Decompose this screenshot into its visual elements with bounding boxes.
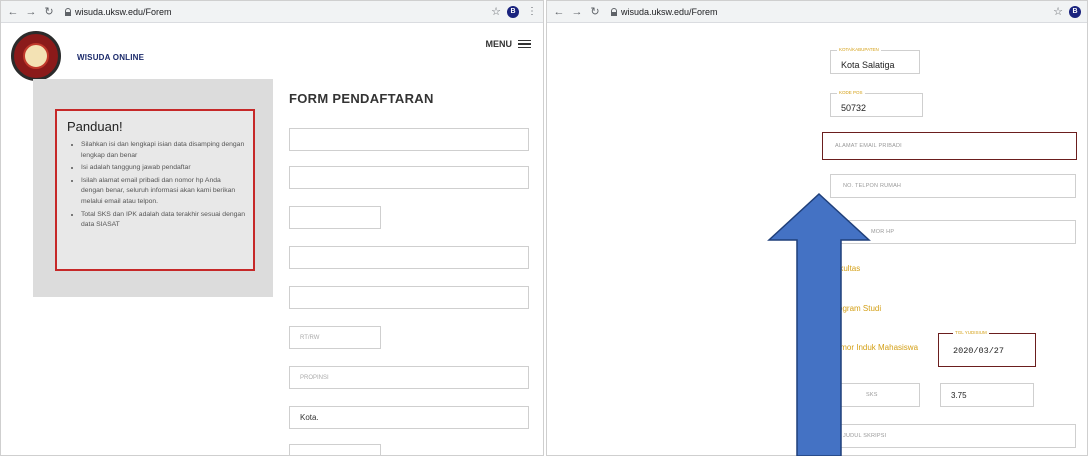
left-browser-window: ← → ↻ wisuda.uksw.edu/Forem ☆ B ⋮ WISUDA… <box>0 0 544 456</box>
forward-arrow-icon[interactable]: → <box>571 6 583 18</box>
forward-arrow-icon[interactable]: → <box>25 6 37 18</box>
profile-avatar[interactable]: B <box>1069 5 1081 18</box>
rt-rw-field[interactable]: RT/RW <box>289 326 381 349</box>
university-logo <box>11 31 61 81</box>
up-arrow-shape <box>767 192 871 456</box>
site-name[interactable]: WISUDA ONLINE <box>77 53 144 62</box>
url-text: wisuda.uksw.edu/Forem <box>75 6 172 17</box>
browser-toolbar: ← → ↻ wisuda.uksw.edu/Forem ☆ B <box>547 1 1087 23</box>
guide-sidebar: Panduan! Silahkan isi dan lengkapi isian… <box>33 79 273 297</box>
guide-item: Isi adalah tanggung jawab pendaftar <box>81 163 245 174</box>
guide-item: Total SKS dan IPK adalah data terakhir s… <box>81 210 245 231</box>
guide-box: Panduan! Silahkan isi dan lengkapi isian… <box>55 109 255 271</box>
form-field-3[interactable] <box>289 206 381 229</box>
back-arrow-icon[interactable]: ← <box>553 6 565 18</box>
ipk-field[interactable]: 3.75 <box>940 383 1034 407</box>
kota-kabupaten-field[interactable]: KOTA/KABUPATEN Kota Salatiga <box>830 47 920 74</box>
bookmark-star-icon[interactable]: ☆ <box>491 5 501 18</box>
url-text: wisuda.uksw.edu/Forem <box>621 6 718 17</box>
form-field-1[interactable] <box>289 128 529 151</box>
reload-icon[interactable]: ↻ <box>589 5 601 18</box>
kebab-menu-icon[interactable]: ⋮ <box>527 6 537 17</box>
browser-toolbar: ← → ↻ wisuda.uksw.edu/Forem ☆ B ⋮ <box>1 1 543 23</box>
bookmark-star-icon[interactable]: ☆ <box>1053 5 1063 18</box>
kota-field[interactable]: Kota. <box>289 406 529 429</box>
screenshot-composite: ← → ↻ wisuda.uksw.edu/Forem ☆ B ⋮ WISUDA… <box>0 0 1088 456</box>
hamburger-icon <box>518 39 531 49</box>
lock-icon <box>65 8 71 16</box>
guide-item: Silahkan isi dan lengkapi isian data dis… <box>81 140 245 161</box>
email-field[interactable]: ALAMAT EMAIL PRIBADI <box>822 132 1077 160</box>
address-bar[interactable]: wisuda.uksw.edu/Forem <box>65 7 172 17</box>
guide-list: Silahkan isi dan lengkapi isian data dis… <box>67 140 245 231</box>
form-field-2[interactable] <box>289 166 529 189</box>
menu-label: MENU <box>485 39 513 49</box>
guide-title: Panduan! <box>67 119 123 134</box>
form-field-4[interactable] <box>289 246 529 269</box>
tgl-yudisium-field[interactable]: TGL YUDISIUM 2020/03/27 <box>938 330 1036 367</box>
form-field-9[interactable] <box>289 444 381 455</box>
menu-button[interactable]: MENU <box>485 39 531 49</box>
back-arrow-icon[interactable]: ← <box>7 6 19 18</box>
profile-avatar[interactable]: B <box>507 5 519 18</box>
guide-item: Isilah alamat email pribadi dan nomor hp… <box>81 176 245 208</box>
up-arrow-annotation <box>767 192 871 456</box>
lock-icon <box>611 8 617 16</box>
address-bar[interactable]: wisuda.uksw.edu/Forem <box>611 7 718 17</box>
form-title: FORM PENDAFTARAN <box>289 91 434 106</box>
form-field-5[interactable] <box>289 286 529 309</box>
reload-icon[interactable]: ↻ <box>43 5 55 18</box>
kode-pos-field[interactable]: KODE POS 50732 <box>830 90 923 117</box>
provinsi-field[interactable]: PROPINSI <box>289 366 529 389</box>
